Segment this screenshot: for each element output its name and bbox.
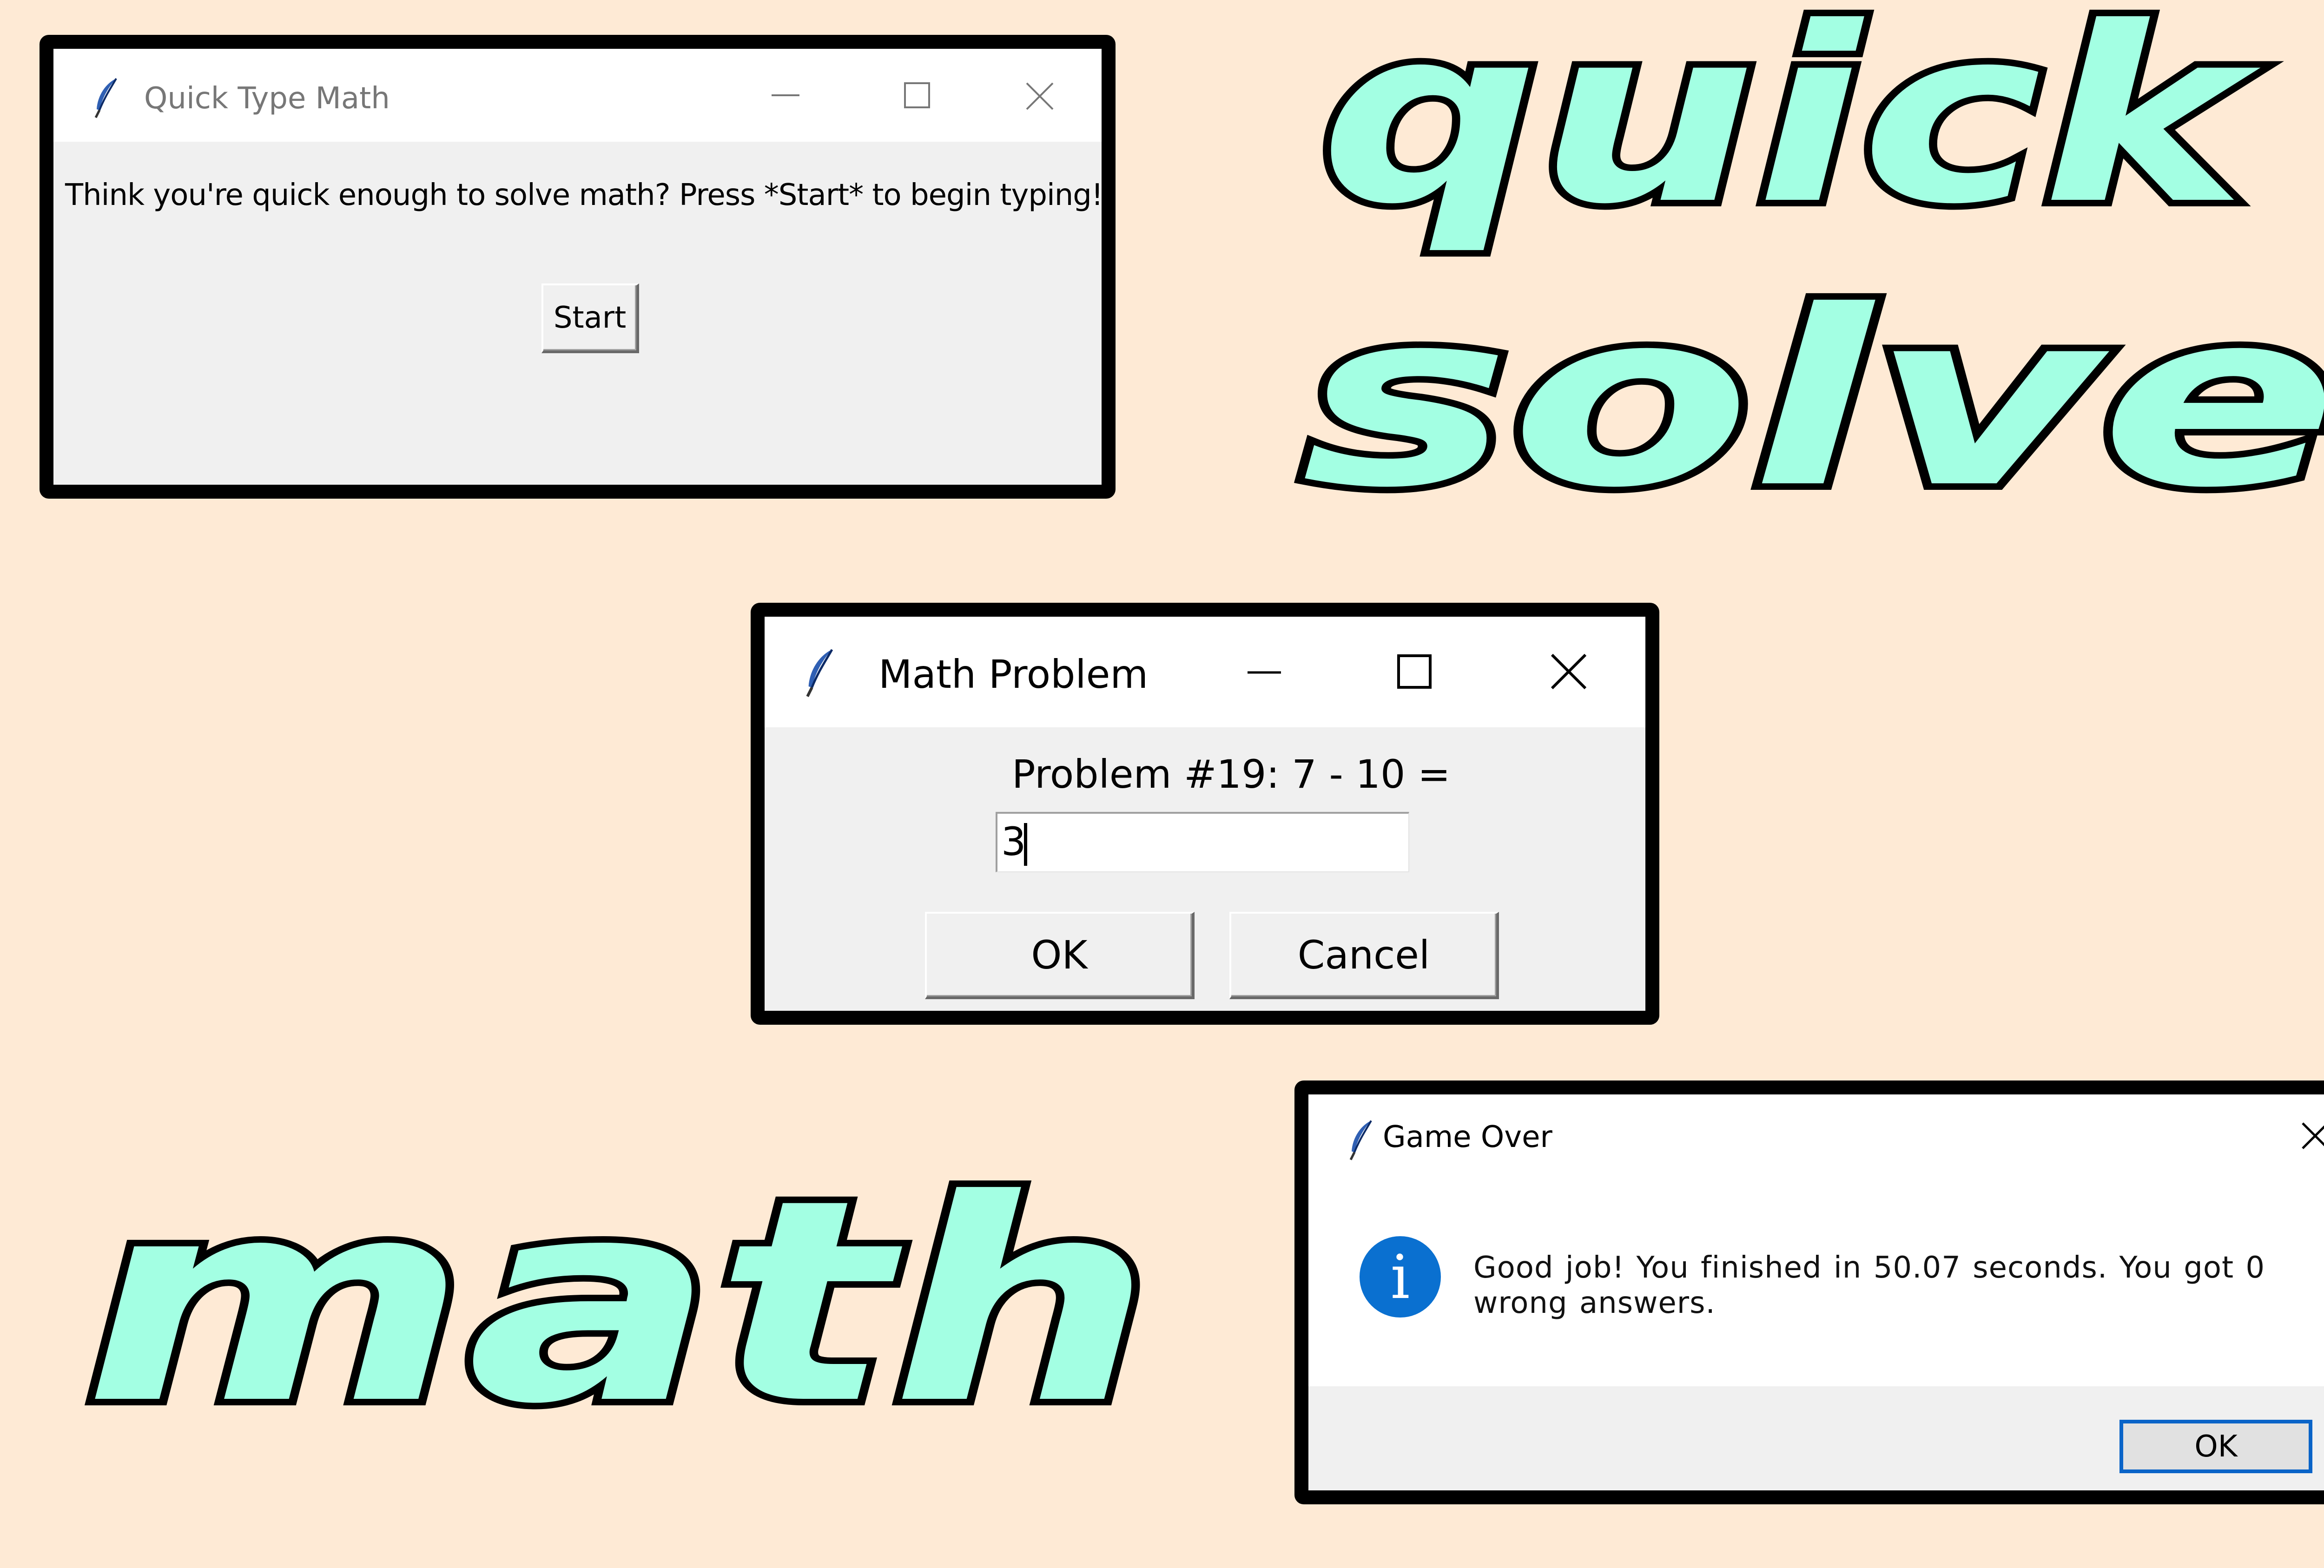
logo-word-solve: solve (1295, 252, 2324, 547)
text-cursor (1024, 823, 1028, 866)
gameover-window-titlebar[interactable]: Game Over i Good job! You finished in 50… (1308, 1094, 2324, 1386)
info-icon-glyph: i (1390, 1241, 1410, 1312)
logo-word-math-text: math (84, 1140, 1153, 1465)
gameover-ok-button[interactable]: OK (2119, 1420, 2312, 1473)
minimize-button[interactable] (1246, 663, 1283, 682)
close-button[interactable] (1025, 81, 1055, 111)
problem-window-titlebar[interactable]: Math Problem (765, 617, 1645, 727)
problem-window: Math Problem Problem #19: 7 - 10 = 3 OK … (751, 603, 1659, 1025)
start-window: Quick Type Math Think you're quick enoug… (40, 35, 1116, 499)
close-button[interactable] (2301, 1121, 2324, 1150)
maximize-button[interactable] (1397, 654, 1432, 689)
info-icon: i (1360, 1236, 1441, 1318)
start-button[interactable]: Start (541, 283, 639, 353)
answer-value: 3 (1001, 819, 1026, 864)
logo-word-quick-text: quick (1320, 0, 2261, 257)
answer-input[interactable]: 3 (996, 812, 1409, 872)
start-window-titlebar[interactable]: Quick Type Math (53, 49, 1102, 142)
window-title: Game Over (1383, 1120, 1552, 1154)
close-button[interactable] (1550, 653, 1587, 690)
gameover-message: Good job! You finished in 50.07 seconds.… (1473, 1251, 2265, 1320)
minimize-button[interactable] (769, 86, 802, 105)
window-title: Quick Type Math (144, 81, 390, 116)
feather-icon (806, 649, 833, 697)
feather-icon (1349, 1120, 1372, 1160)
start-message: Think you're quick enough to solve math?… (65, 178, 1103, 212)
problem-prompt: Problem #19: 7 - 10 = (1012, 751, 1451, 797)
logo-word-math: math (77, 1133, 1159, 1471)
ok-button[interactable]: OK (925, 912, 1195, 999)
cancel-button[interactable]: Cancel (1229, 912, 1499, 999)
logo-word-quick: quick (1314, 0, 2268, 264)
gameover-window: Game Over i Good job! You finished in 50… (1294, 1080, 2324, 1504)
maximize-button[interactable] (903, 81, 931, 109)
window-title: Math Problem (878, 652, 1149, 697)
logo-word-solve-text: solve (1301, 259, 2324, 540)
feather-icon (94, 78, 117, 119)
